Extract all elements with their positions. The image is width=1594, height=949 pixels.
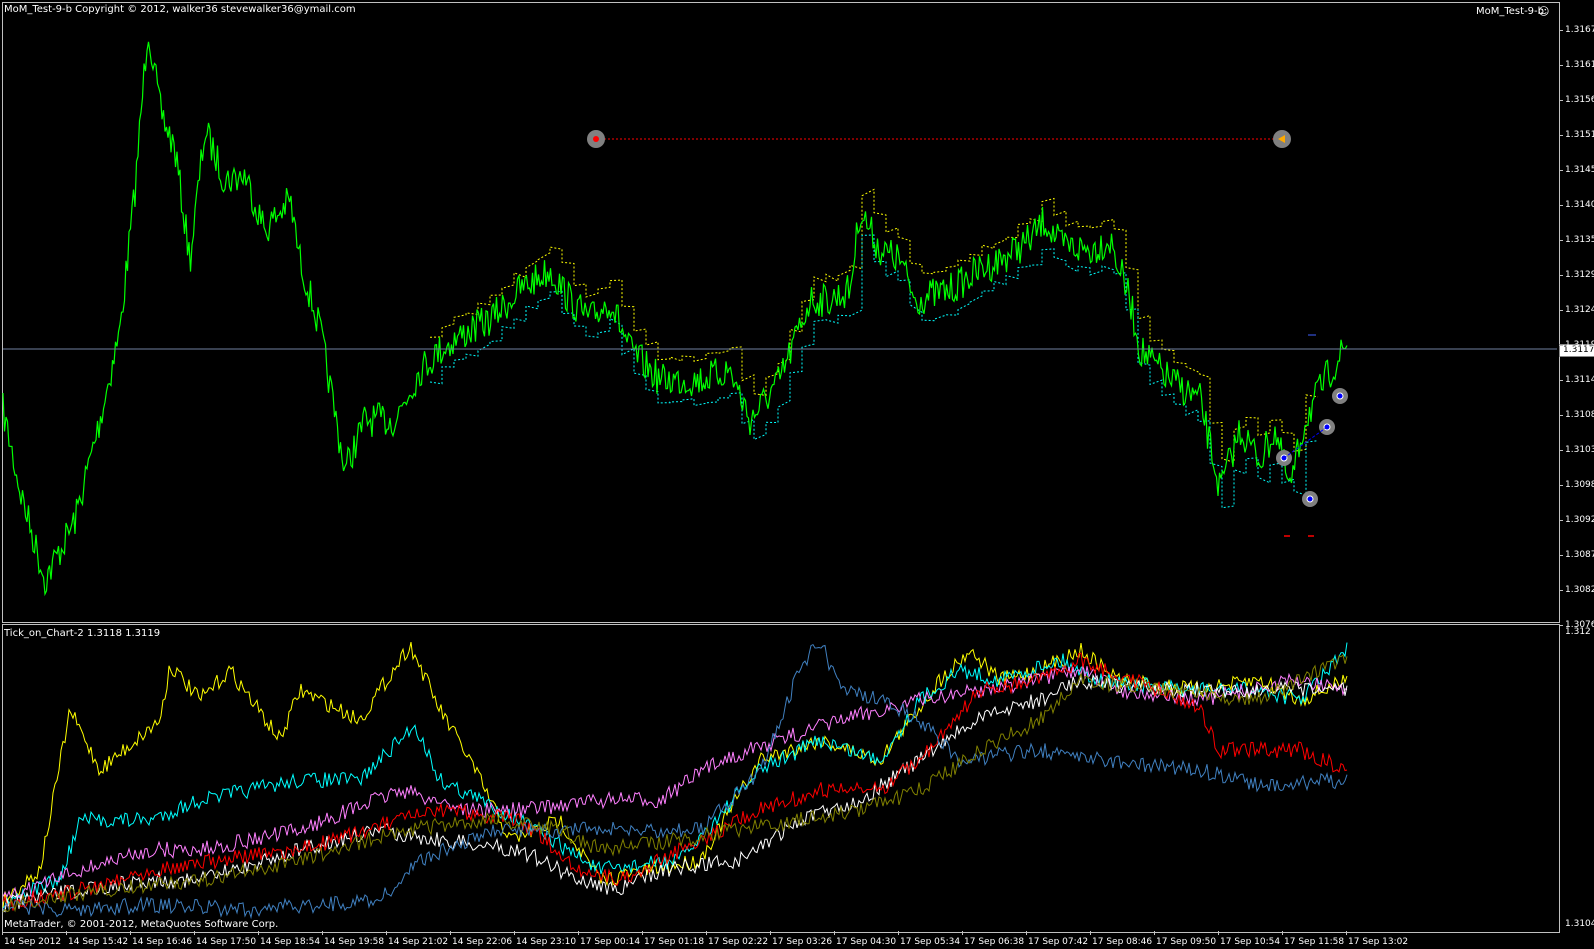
time-axis-label: 17 Sep 07:42 (1028, 937, 1089, 947)
upper-band-line (429, 188, 1319, 464)
time-axis-label: 17 Sep 00:14 (580, 937, 641, 947)
time-axis-tick (578, 931, 579, 935)
watermark: MetaTrader, © 2001-2012, MetaQuotes Soft… (4, 919, 279, 930)
price-axis-label: 1.31085 (1565, 410, 1594, 420)
price-axis-tick (1559, 625, 1563, 626)
ea-name: MoM_Test-9-b (1476, 6, 1544, 17)
price-axis-label: 1.31510 (1565, 130, 1594, 140)
smiley-icon: ☺ (1538, 5, 1550, 18)
level-start-dot (593, 136, 599, 142)
price-axis-label: 1.31455 (1565, 165, 1594, 175)
time-axis-label: 14 Sep 22:06 (452, 937, 513, 947)
price-axis-label: 1.30980 (1565, 480, 1594, 490)
tick-series-line (2, 664, 1348, 901)
time-axis-tick (130, 931, 131, 935)
price-axis-label: 1.30820 (1565, 585, 1594, 595)
time-axis-tick (834, 931, 835, 935)
price-axis-tick (1559, 30, 1563, 31)
time-axis-label: 17 Sep 05:34 (900, 937, 961, 947)
price-axis-tick (1559, 275, 1563, 276)
price-axis-tick (1559, 380, 1563, 381)
lower-band-line (429, 234, 1319, 509)
price-axis-label: 1.31295 (1565, 270, 1594, 280)
price-axis-tick (1559, 100, 1563, 101)
price-axis-label: 1.31670 (1565, 25, 1594, 35)
price-axis-label: 1.31190 (1565, 340, 1594, 350)
time-axis-label: 14 Sep 17:50 (196, 937, 257, 947)
trade-marker-dot (1306, 495, 1314, 503)
time-axis-label: 14 Sep 19:58 (324, 937, 385, 947)
time-axis-label: 17 Sep 09:50 (1156, 937, 1217, 947)
time-axis-label: 17 Sep 06:38 (964, 937, 1025, 947)
price-axis-label: 1.31350 (1565, 235, 1594, 245)
time-axis-label: 17 Sep 08:46 (1092, 937, 1153, 947)
price-axis-label: 1.30925 (1565, 515, 1594, 525)
time-axis-tick (898, 931, 899, 935)
time-axis-label: 14 Sep 2012 (4, 937, 62, 947)
time-axis-tick (1090, 931, 1091, 935)
time-axis-label: 17 Sep 04:30 (836, 937, 897, 947)
time-axis-tick (514, 931, 515, 935)
time-axis-tick (2, 931, 3, 935)
chart-canvas[interactable] (0, 0, 1594, 949)
time-axis-tick (1346, 931, 1347, 935)
time-axis-tick (450, 931, 451, 935)
price-axis-tick (1559, 205, 1563, 206)
price-axis-label: 1.31245 (1565, 305, 1594, 315)
price-axis-label: 1.31030 (1565, 445, 1594, 455)
time-axis-label: 14 Sep 23:10 (516, 937, 577, 947)
time-axis-label: 17 Sep 13:02 (1348, 937, 1409, 947)
price-axis-label: 1.31405 (1565, 200, 1594, 210)
time-axis-label: 17 Sep 10:54 (1220, 937, 1281, 947)
time-axis-tick (66, 931, 67, 935)
price-axis-tick (1559, 310, 1563, 311)
trade-marker-dot (1336, 392, 1344, 400)
price-axis-tick (1559, 520, 1563, 521)
price-axis-tick (1559, 135, 1563, 136)
time-axis-label: 14 Sep 16:46 (132, 937, 193, 947)
indicator-axis-label: 1.312 (1565, 627, 1591, 637)
price-axis-tick (1559, 450, 1563, 451)
chart-title: MoM_Test-9-b Copyright © 2012, walker36 … (4, 4, 356, 15)
indicator-label: Tick_on_Chart-2 1.3118 1.3119 (4, 628, 161, 639)
time-axis-tick (386, 931, 387, 935)
time-axis-tick (1218, 931, 1219, 935)
time-axis-label: 14 Sep 21:02 (388, 937, 449, 947)
time-axis-label: 17 Sep 03:26 (772, 937, 833, 947)
price-axis-tick (1559, 485, 1563, 486)
time-axis-label: 17 Sep 01:18 (644, 937, 705, 947)
price-axis-tick (1559, 415, 1563, 416)
time-axis-label: 17 Sep 11:58 (1284, 937, 1345, 947)
time-axis-tick (322, 931, 323, 935)
time-axis-tick (642, 931, 643, 935)
price-axis-label: 1.31140 (1565, 375, 1594, 385)
price-axis-label: 1.30870 (1565, 550, 1594, 560)
time-axis-tick (1282, 931, 1283, 935)
time-axis-tick (1154, 931, 1155, 935)
price-axis-tick (1559, 555, 1563, 556)
price-axis-tick (1559, 65, 1563, 66)
time-axis-label: 17 Sep 02:22 (708, 937, 769, 947)
time-axis-label: 14 Sep 15:42 (68, 937, 129, 947)
time-axis-tick (194, 931, 195, 935)
indicator-axis-label: 1.3104 (1565, 919, 1594, 929)
price-line (2, 41, 1348, 597)
price-axis-tick (1559, 240, 1563, 241)
time-axis-tick (706, 931, 707, 935)
time-axis-label: 14 Sep 18:54 (260, 937, 321, 947)
time-axis-tick (258, 931, 259, 935)
price-axis-tick (1559, 590, 1563, 591)
price-axis-tick (1559, 170, 1563, 171)
price-axis-label: 1.31615 (1565, 60, 1594, 70)
time-axis-tick (962, 931, 963, 935)
time-axis-tick (1026, 931, 1027, 935)
price-axis-tick (1559, 345, 1563, 346)
time-axis-tick (770, 931, 771, 935)
price-axis-label: 1.31565 (1565, 95, 1594, 105)
